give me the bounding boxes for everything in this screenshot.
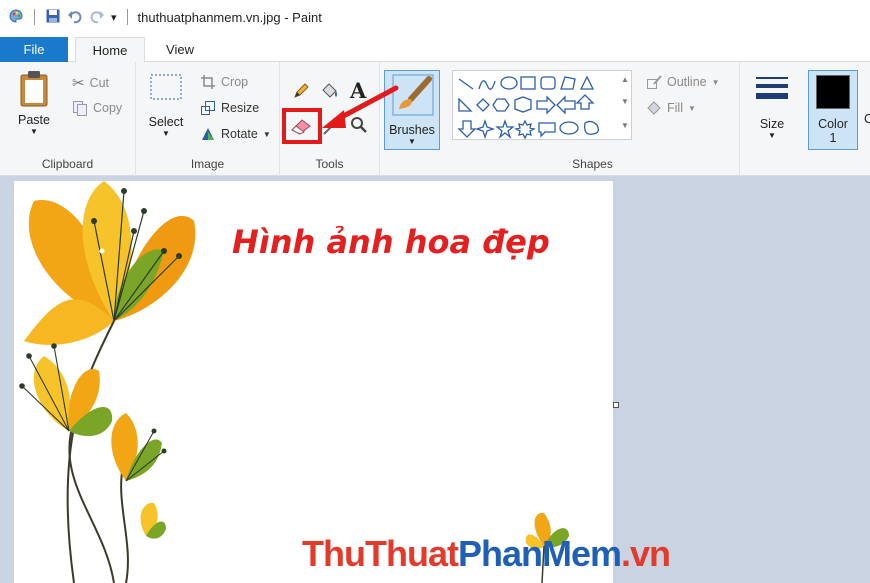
- copy-icon: [73, 101, 87, 116]
- rotate-button[interactable]: Rotate ▼: [200, 126, 271, 142]
- shapes-group: ▲ ▼ ▼ Outline ▼ Fill ▼ Shapes: [446, 62, 740, 176]
- outline-label: Outline: [667, 75, 707, 89]
- gallery-expand-icon[interactable]: ▼: [621, 121, 629, 130]
- text-tool-icon[interactable]: A: [350, 78, 366, 103]
- fill-icon: [647, 101, 661, 115]
- fill-bucket-icon[interactable]: [320, 82, 340, 103]
- divider: [126, 9, 128, 25]
- quick-access-toolbar: ▾: [8, 8, 132, 27]
- shapes-gallery[interactable]: ▲ ▼ ▼: [452, 70, 632, 140]
- paint-app-icon[interactable]: [8, 8, 24, 27]
- watermark-part4: .vn: [621, 533, 671, 574]
- tab-view[interactable]: View: [150, 37, 210, 62]
- redo-icon[interactable]: [89, 8, 105, 27]
- watermark-part2: Thuat: [364, 533, 459, 574]
- brush-icon: [392, 74, 434, 116]
- chevron-down-icon: ▼: [162, 129, 170, 138]
- rotate-label: Rotate: [221, 127, 258, 141]
- save-icon[interactable]: [45, 8, 61, 27]
- chevron-down-icon: ▼: [687, 103, 696, 113]
- size-button[interactable]: Size ▼: [746, 70, 798, 150]
- paste-button[interactable]: Paste ▼: [14, 70, 54, 150]
- divider: [34, 9, 35, 25]
- tools-group-label: Tools: [315, 157, 344, 171]
- watermark-part1: Thu: [302, 533, 366, 574]
- resize-button[interactable]: Resize: [200, 100, 259, 116]
- clipboard-group-label: Clipboard: [41, 157, 94, 171]
- gallery-scroll-up-icon[interactable]: ▲: [621, 75, 629, 84]
- crop-button[interactable]: Crop: [200, 74, 248, 90]
- title-bar: ▾ thuthuatphanmem.vn.jpg - Paint: [0, 0, 870, 34]
- tab-file[interactable]: File: [0, 37, 68, 62]
- fill-label: Fill: [667, 101, 683, 115]
- select-button[interactable]: Select ▼: [146, 72, 186, 152]
- crop-label: Crop: [221, 75, 249, 89]
- window-title: thuthuatphanmem.vn.jpg - Paint: [137, 9, 322, 25]
- watermark-part3: PhanMem: [457, 533, 622, 574]
- image-group-label: Image: [190, 157, 225, 171]
- select-label: Select: [148, 115, 184, 129]
- watermark: ThuThuatPhanMem.vn: [302, 533, 671, 575]
- scissors-icon: ✂: [72, 75, 85, 92]
- brushes-button[interactable]: Brushes ▼: [384, 70, 440, 150]
- chevron-down-icon: ▼: [30, 127, 38, 136]
- clipboard-group: Paste ▼ ✂ Cut Copy Clipboard: [0, 62, 136, 176]
- ribbon-tabs: File Home View: [0, 34, 870, 63]
- clipboard-icon: [20, 71, 48, 107]
- color2-label-clipped[interactable]: C: [864, 112, 870, 126]
- fill-button[interactable]: Fill ▼: [646, 100, 696, 116]
- line-size-icon: [756, 77, 788, 99]
- resize-label: Resize: [221, 101, 260, 115]
- tab-home[interactable]: Home: [75, 37, 145, 63]
- chevron-down-icon: ▼: [768, 131, 776, 140]
- customize-toolbar-icon[interactable]: ▾: [111, 11, 117, 24]
- copy-button[interactable]: Copy: [72, 100, 122, 116]
- chevron-down-icon: ▼: [711, 77, 720, 87]
- resize-icon: [201, 101, 215, 115]
- brushes-label: Brushes: [389, 123, 435, 137]
- crop-icon: [201, 75, 215, 89]
- canvas-heading: Hình ảnh hoa đẹp: [232, 223, 550, 261]
- color1-swatch: [816, 75, 850, 109]
- ribbon: Paste ▼ ✂ Cut Copy Clipboard Select ▼ Cr…: [0, 62, 870, 176]
- shapes-group-label: Shapes: [572, 157, 613, 171]
- chevron-down-icon: ▼: [262, 129, 271, 139]
- size-label: Size: [759, 117, 785, 131]
- resize-handle-right[interactable]: [613, 402, 619, 408]
- undo-icon[interactable]: [67, 8, 83, 27]
- pencil-icon[interactable]: [292, 82, 310, 103]
- paste-label: Paste: [18, 113, 50, 127]
- magnifier-icon[interactable]: [350, 116, 368, 137]
- drawing-canvas[interactable]: Hình ảnh hoa đẹp: [14, 181, 613, 583]
- rotate-icon: [202, 128, 214, 140]
- shapes-gallery-icons: [457, 75, 599, 140]
- outline-icon: [647, 75, 662, 89]
- chevron-down-icon: ▼: [408, 137, 416, 146]
- tools-group: A Tools: [280, 62, 380, 176]
- color-picker-icon[interactable]: [322, 120, 338, 139]
- color1-label: Color: [818, 117, 848, 131]
- outline-button[interactable]: Outline ▼: [646, 74, 720, 90]
- gallery-scroll-down-icon[interactable]: ▼: [621, 97, 629, 106]
- cut-button[interactable]: ✂ Cut: [72, 74, 109, 92]
- image-group: Select ▼ Crop Resize Rotate ▼ Image: [136, 62, 280, 176]
- color1-index: 1: [829, 131, 837, 145]
- cut-label: Cut: [89, 76, 110, 90]
- eraser-icon[interactable]: [290, 116, 314, 139]
- select-rectangle-icon: [150, 74, 182, 100]
- copy-label: Copy: [93, 101, 123, 115]
- workspace: Hình ảnh hoa đẹp: [0, 176, 870, 583]
- color1-button[interactable]: Color 1: [808, 70, 858, 150]
